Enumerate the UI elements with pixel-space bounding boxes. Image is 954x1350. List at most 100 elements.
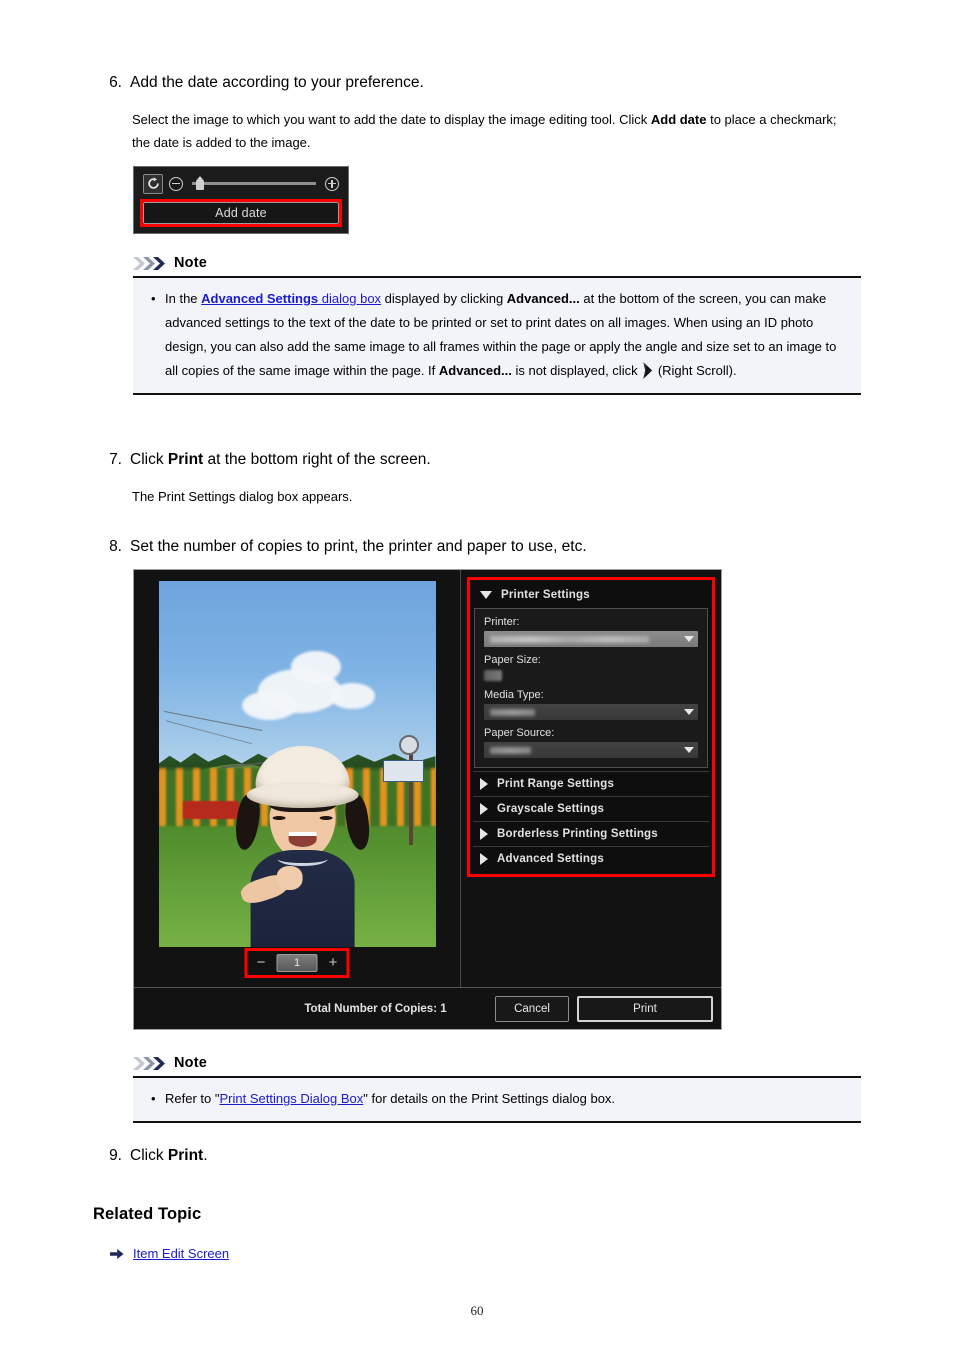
image-editing-tool-figure: Add date [133, 166, 349, 234]
note-chevrons-icon [133, 256, 167, 271]
copies-stepper-highlight: − 1 + [244, 948, 350, 978]
step-7: 7. Click Print at the bottom right of th… [100, 449, 860, 470]
photo-child-hand [276, 865, 303, 890]
photo-child-mouth [288, 831, 317, 847]
copies-increment-button[interactable]: + [327, 955, 340, 970]
zoom-in-icon[interactable] [325, 176, 339, 191]
cancel-button[interactable]: Cancel [495, 995, 569, 1022]
total-copies-label: Total Number of Copies: 1 [304, 1002, 447, 1015]
chevron-right-icon [480, 803, 488, 815]
copies-decrement-button[interactable]: − [255, 955, 268, 970]
media-type-select-value [490, 708, 535, 716]
add-date-button[interactable]: Add date [143, 202, 339, 224]
section-advanced-settings[interactable]: Advanced Settings [473, 846, 709, 871]
copies-stepper-highlight-wrap: − 1 + [244, 948, 350, 978]
printer-select[interactable] [484, 631, 698, 647]
right-scroll-icon [643, 362, 653, 379]
print-settings-dialog-box-link[interactable]: Print Settings Dialog Box [219, 1091, 363, 1106]
note-1-title: Note [174, 255, 208, 271]
advanced-settings-link[interactable]: Advanced Settings dialog box [201, 291, 381, 306]
section-print-range-settings[interactable]: Print Range Settings [473, 771, 709, 796]
section-print-range-settings-label: Print Range Settings [497, 778, 615, 790]
media-type-select[interactable] [484, 704, 698, 720]
photo-child-collar [277, 852, 328, 866]
step-6-number: 6. [109, 74, 122, 91]
step-7-body: The Print Settings dialog box appears. [132, 489, 353, 504]
note-chevrons-icon [133, 1056, 167, 1071]
copies-value-field[interactable]: 1 [276, 954, 318, 972]
chevron-right-icon [480, 828, 488, 840]
preview-photo[interactable] [158, 581, 436, 947]
photo-red-vehicle [183, 800, 239, 819]
printer-settings-fields: Printer: Paper Size: Media Type: Paper S… [474, 608, 708, 768]
photo-signboard [382, 760, 425, 783]
step-8: 8. Set the number of copies to print, th… [100, 536, 860, 557]
section-grayscale-settings[interactable]: Grayscale Settings [473, 796, 709, 821]
step-9-print-emphasis: Print [167, 1147, 204, 1164]
step-7-number: 7. [109, 451, 122, 468]
advanced-settings-link-bold: Advanced Settings [201, 291, 319, 306]
chevron-right-icon [480, 778, 488, 790]
section-row-inner: Grayscale Settings [473, 797, 709, 821]
note-2-item: Refer to "Print Settings Dialog Box" for… [147, 1087, 849, 1111]
add-date-emphasis: Add date [650, 112, 707, 127]
paper-size-value [484, 670, 502, 681]
paper-size-value-wrap[interactable] [484, 669, 698, 682]
paper-source-select[interactable] [484, 742, 698, 758]
step-7-title-post: at the bottom right of the screen. [203, 451, 431, 468]
edit-tool-toolbar [140, 172, 342, 195]
copies-stepper: − 1 + [247, 951, 347, 975]
note-1-header: Note [133, 253, 861, 273]
zoom-out-icon[interactable] [169, 176, 183, 191]
item-edit-screen-link[interactable]: Item Edit Screen [133, 1246, 229, 1261]
step-7-title: Click Print at the bottom right of the s… [130, 449, 431, 470]
section-printer-settings[interactable]: Printer Settings [473, 583, 709, 607]
step-9-number: 9. [109, 1147, 122, 1164]
section-printer-settings-label: Printer Settings [501, 589, 590, 601]
photo-cloud [241, 690, 297, 721]
media-type-field-label: Media Type: [484, 689, 544, 701]
note-block-1: Note In the Advanced Settings dialog box… [133, 253, 861, 395]
photo-child-subject [232, 745, 373, 947]
note-1-bold-1: Advanced... [506, 291, 580, 306]
step-7-title-pre: Click [130, 451, 168, 468]
section-row-inner: Borderless Printing Settings [473, 822, 709, 846]
related-topic-item: Item Edit Screen [110, 1246, 229, 1261]
section-grayscale-settings-label: Grayscale Settings [497, 803, 605, 815]
print-button[interactable]: Print [577, 995, 713, 1022]
dialog-footer: Total Number of Copies: 1 Cancel Print [134, 987, 721, 1029]
section-advanced-settings-label: Advanced Settings [497, 853, 604, 865]
printer-select-value [490, 635, 650, 643]
step-9-title-pre: Click [130, 1147, 168, 1164]
paper-source-field-label: Paper Source: [484, 727, 555, 739]
print-preview-pane: − 1 + [134, 570, 461, 987]
section-borderless-printing-settings[interactable]: Borderless Printing Settings [473, 821, 709, 846]
section-row-inner: Print Range Settings [473, 772, 709, 796]
zoom-slider[interactable] [192, 176, 316, 190]
chevron-right-icon [480, 853, 488, 865]
related-topic-heading: Related Topic [93, 1205, 202, 1223]
add-date-highlight: Add date [140, 199, 342, 227]
print-settings-dialog-figure: − 1 + Printer Settings Printer: Paper Si… [133, 569, 722, 1030]
note-1-body: In the Advanced Settings dialog box disp… [133, 276, 861, 395]
note-1-text-4: is not displayed, click [511, 363, 642, 378]
chevron-down-icon [684, 636, 694, 642]
note-1-item: In the Advanced Settings dialog box disp… [147, 287, 849, 383]
note-1-text-1: In the [165, 291, 202, 306]
photo-sign-disc [398, 734, 419, 755]
zoom-slider-thumb[interactable] [196, 176, 204, 190]
note-1-text-2: displayed by clicking [381, 291, 507, 306]
print-settings-pane: Printer Settings Printer: Paper Size: Me… [461, 570, 721, 987]
rotate-icon[interactable] [143, 173, 163, 194]
step-6: 6. Add the date according to your prefer… [100, 72, 860, 93]
note-2-text-1: Refer to " [165, 1091, 220, 1106]
note-1-bold-2: Advanced... [438, 363, 512, 378]
photo-cloud [330, 683, 375, 710]
printer-settings-highlight: Printer Settings Printer: Paper Size: Me… [467, 577, 715, 877]
advanced-settings-link-rest: dialog box [318, 291, 382, 306]
page-number: 60 [470, 1303, 484, 1318]
photo-child-eye [272, 815, 286, 820]
note-2-title: Note [174, 1055, 208, 1071]
